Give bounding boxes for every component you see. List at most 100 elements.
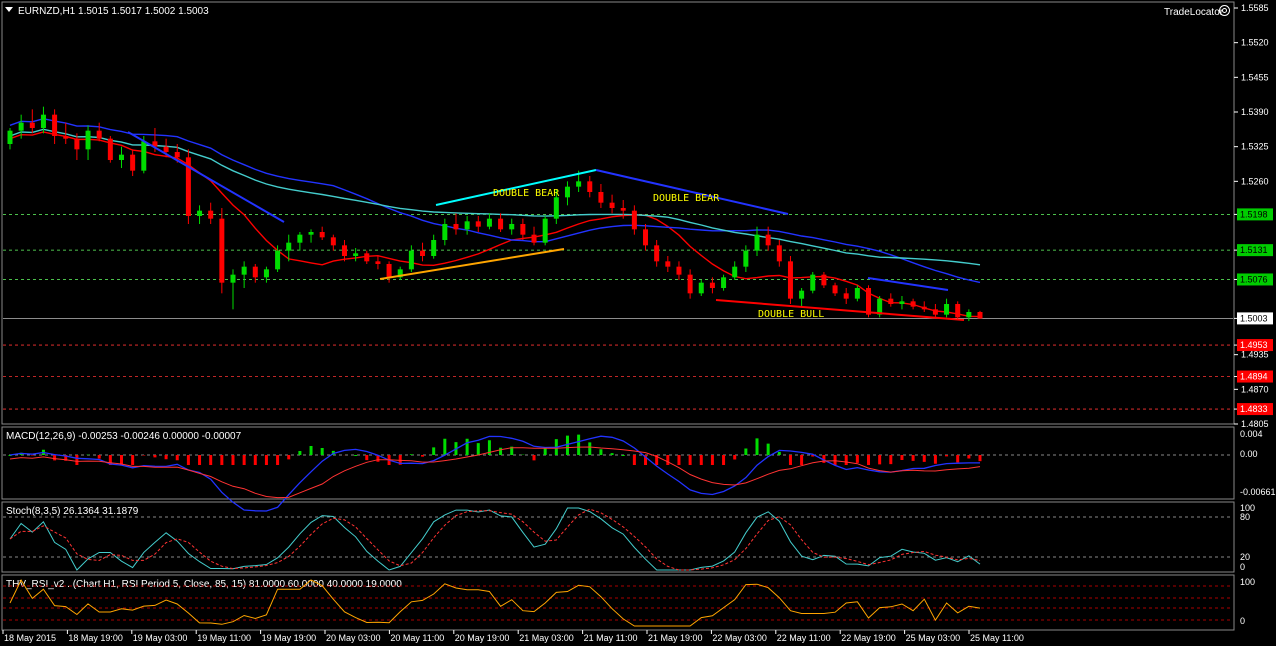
candle-38 (431, 234, 437, 259)
candle-18 (208, 202, 214, 224)
candle-63 (709, 277, 715, 294)
price-box-label-3: 1.5003 (1240, 313, 1268, 323)
candle-73 (821, 272, 827, 288)
candle-48 (542, 216, 548, 246)
macd-bar-36 (409, 454, 413, 455)
candle-64 (721, 274, 727, 291)
candle-30 (341, 240, 347, 262)
candle-57 (643, 224, 649, 251)
time-label-15: 25 May 11:00 (970, 633, 1024, 643)
price-label-11: 1.4935 (1241, 350, 1269, 360)
macd-bar-25 (287, 455, 291, 460)
macd-bar-15 (175, 455, 179, 461)
macd-bar-85 (956, 455, 960, 463)
macd-bar-79 (889, 455, 893, 465)
stoch-pane[interactable] (1, 501, 1235, 573)
stoch-header: Stoch(8,3,5) 26.1364 31.1879 (6, 506, 139, 517)
macd-bar-26 (298, 451, 302, 455)
candle-72 (810, 272, 816, 294)
chart-menu-dropdown-icon[interactable] (4, 4, 14, 14)
candle-52 (587, 176, 593, 198)
macd-bar-12 (142, 455, 146, 456)
price-box-label-5: 1.4894 (1240, 372, 1268, 382)
time-label-10: 21 May 19:00 (648, 633, 703, 643)
candle-85 (955, 301, 961, 320)
price-label-1: 1.5520 (1241, 38, 1269, 48)
chart-canvas[interactable]: DOUBLE BEAR DOUBLE BEAR DOUBLE BULL EURN… (0, 0, 1276, 646)
candle-79 (888, 293, 894, 307)
candle-74 (832, 282, 838, 296)
macd-bar-82 (922, 455, 926, 462)
macd-bar-76 (855, 455, 859, 463)
macd-bar-42 (476, 443, 480, 455)
candle-69 (776, 240, 782, 267)
macd-bar-18 (209, 455, 213, 465)
horizontal-levels (3, 213, 1233, 410)
macd-bar-83 (933, 455, 937, 464)
stoch-axis-20: 20 (1240, 552, 1250, 562)
annotation-double-bear-2: DOUBLE BEAR (653, 193, 720, 204)
candle-56 (631, 205, 637, 235)
candle-43 (486, 213, 492, 230)
time-label-9: 21 May 11:00 (584, 633, 638, 643)
candle-8 (96, 122, 102, 142)
time-label-4: 19 May 19:00 (262, 633, 317, 643)
candle-41 (464, 216, 470, 235)
candle-9 (107, 136, 113, 163)
price-box-label-0: 1.5198 (1240, 209, 1268, 219)
candle-80 (899, 296, 905, 310)
annotation-double-bear-1: DOUBLE BEAR (493, 188, 560, 199)
tradelocator-icon[interactable] (1219, 5, 1230, 16)
candle-50 (564, 181, 570, 206)
macd-bar-51 (577, 434, 581, 455)
macd-bar-81 (911, 455, 915, 461)
price-box-label-4: 1.4953 (1240, 340, 1268, 350)
candle-84 (944, 298, 950, 318)
macd-bar-71 (800, 455, 804, 465)
time-label-11: 22 May 03:00 (712, 633, 767, 643)
macd-bar-84 (945, 455, 949, 457)
macd-bar-28 (320, 448, 324, 455)
candle-45 (509, 218, 515, 235)
macd-bar-77 (867, 455, 871, 465)
candle-87 (977, 310, 983, 319)
macd-bar-66 (744, 448, 748, 455)
price-label-2: 1.5455 (1241, 72, 1269, 82)
candle-61 (687, 269, 693, 299)
trendline-blue-top (595, 169, 789, 215)
time-label-6: 20 May 11:00 (390, 633, 444, 643)
trendline-orange (379, 248, 565, 280)
macd-bar-27 (309, 446, 313, 455)
macd-bar-37 (421, 455, 425, 457)
macd-bar-61 (688, 455, 692, 465)
macd-bar-80 (900, 455, 904, 460)
candle-58 (654, 240, 660, 267)
trendline-red-bottom (715, 299, 965, 321)
stoch-d-line (9, 508, 981, 571)
time-label-7: 20 May 19:00 (455, 633, 510, 643)
candle-29 (330, 234, 336, 251)
stoch-axis-80: 80 (1240, 512, 1250, 522)
time-label-8: 21 May 03:00 (519, 633, 574, 643)
time-label-13: 22 May 19:00 (841, 633, 896, 643)
macd-bar-13 (153, 455, 157, 458)
candle-19 (219, 208, 225, 294)
candle-21 (241, 261, 247, 288)
candle-53 (598, 184, 604, 208)
time-label-12: 22 May 11:00 (777, 633, 831, 643)
macd-bar-62 (699, 455, 703, 465)
time-label-5: 20 May 03:00 (326, 633, 381, 643)
macd-bar-16 (186, 455, 190, 465)
macd-bar-32 (365, 455, 369, 461)
candle-33 (375, 256, 381, 270)
candle-26 (297, 232, 303, 251)
candle-62 (698, 280, 704, 296)
candle-86 (966, 309, 972, 322)
rsi-header: THV_RSI_v2 . (Chart H1, RSI Period 5, Cl… (6, 579, 402, 590)
candle-76 (854, 285, 860, 302)
macd-bar-6 (75, 455, 79, 465)
candle-44 (498, 213, 504, 232)
macd-bar-11 (131, 455, 135, 465)
candle-40 (453, 213, 459, 235)
candle-71 (799, 288, 805, 307)
